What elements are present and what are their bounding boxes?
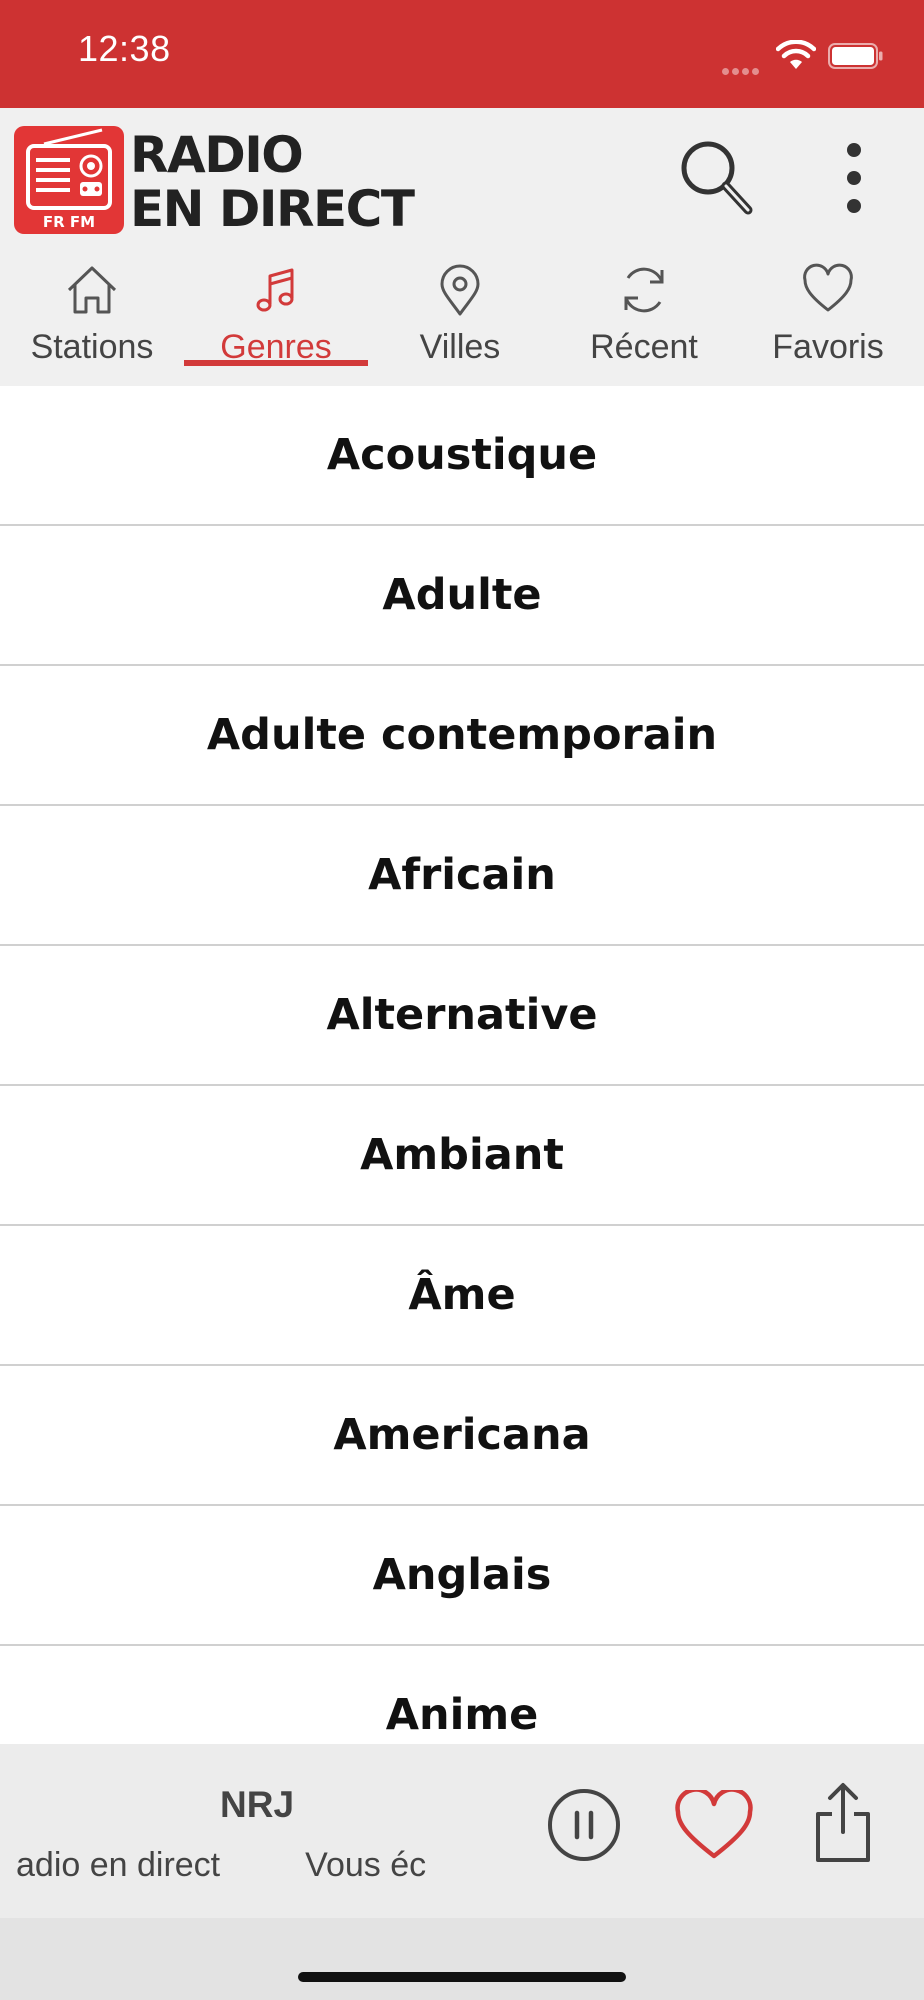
share-icon[interactable]: [808, 1780, 878, 1866]
player-ticker-text: adio en direct Vous éc: [16, 1846, 427, 1884]
home-icon: [67, 266, 117, 314]
list-item[interactable]: Alternative: [0, 946, 924, 1086]
more-vert-icon[interactable]: [832, 136, 876, 220]
app-title-line1: RADIO: [130, 126, 304, 184]
tab-stations[interactable]: Stations: [0, 246, 184, 376]
logo-badge-text: FR FM: [43, 213, 95, 231]
genre-list: Acoustique Adulte Adulte contemporain Af…: [0, 386, 924, 1744]
location-pin-icon: [440, 264, 480, 316]
list-item[interactable]: Acoustique: [0, 386, 924, 526]
list-item[interactable]: Americana: [0, 1366, 924, 1506]
home-indicator[interactable]: [298, 1972, 626, 1982]
list-item[interactable]: Anglais: [0, 1506, 924, 1646]
radio-icon: FR FM: [26, 128, 112, 231]
list-item[interactable]: Anime: [0, 1646, 924, 1744]
tab-recent-label: Récent: [590, 328, 698, 366]
app-header: FR FM RADIO EN DIRECT Stations Genres Vi…: [0, 108, 924, 386]
tab-favoris[interactable]: Favoris: [736, 246, 920, 376]
tab-villes-label: Villes: [419, 328, 501, 366]
heart-icon: [803, 263, 853, 312]
pause-button[interactable]: [545, 1786, 623, 1864]
home-indicator-area: [0, 1918, 924, 2000]
tab-favoris-label: Favoris: [772, 328, 884, 366]
tab-villes[interactable]: Villes: [368, 246, 552, 376]
app-logo: FR FM: [14, 126, 124, 234]
status-bar: 12:38: [0, 0, 924, 108]
cellular-signal-icon: [722, 62, 768, 75]
player-ticker: adio en direct Vous éc: [16, 1846, 506, 1896]
tab-stations-label: Stations: [30, 328, 154, 366]
list-item[interactable]: Africain: [0, 806, 924, 946]
tab-indicator: [184, 360, 368, 366]
player-station-name: NRJ: [220, 1784, 295, 1825]
search-icon[interactable]: [676, 136, 756, 220]
battery-icon: [828, 43, 883, 69]
tab-bar: Stations Genres Villes Récent Favoris: [0, 246, 924, 376]
mini-player[interactable]: NRJ adio en direct Vous éc: [0, 1744, 924, 1918]
refresh-icon: [624, 267, 664, 313]
list-item[interactable]: Âme: [0, 1226, 924, 1366]
app-title: RADIO EN DIRECT: [130, 126, 415, 238]
tab-recent[interactable]: Récent: [552, 246, 736, 376]
wifi-icon: [776, 40, 816, 69]
app-title-line2: EN DIRECT: [130, 180, 415, 238]
list-item[interactable]: Adulte contemporain: [0, 666, 924, 806]
list-item[interactable]: Adulte: [0, 526, 924, 666]
music-note-icon: [256, 268, 294, 312]
status-time: 12:38: [78, 28, 171, 69]
tab-genres[interactable]: Genres: [184, 246, 368, 376]
favorite-heart-icon[interactable]: [674, 1790, 754, 1862]
list-item[interactable]: Ambiant: [0, 1086, 924, 1226]
